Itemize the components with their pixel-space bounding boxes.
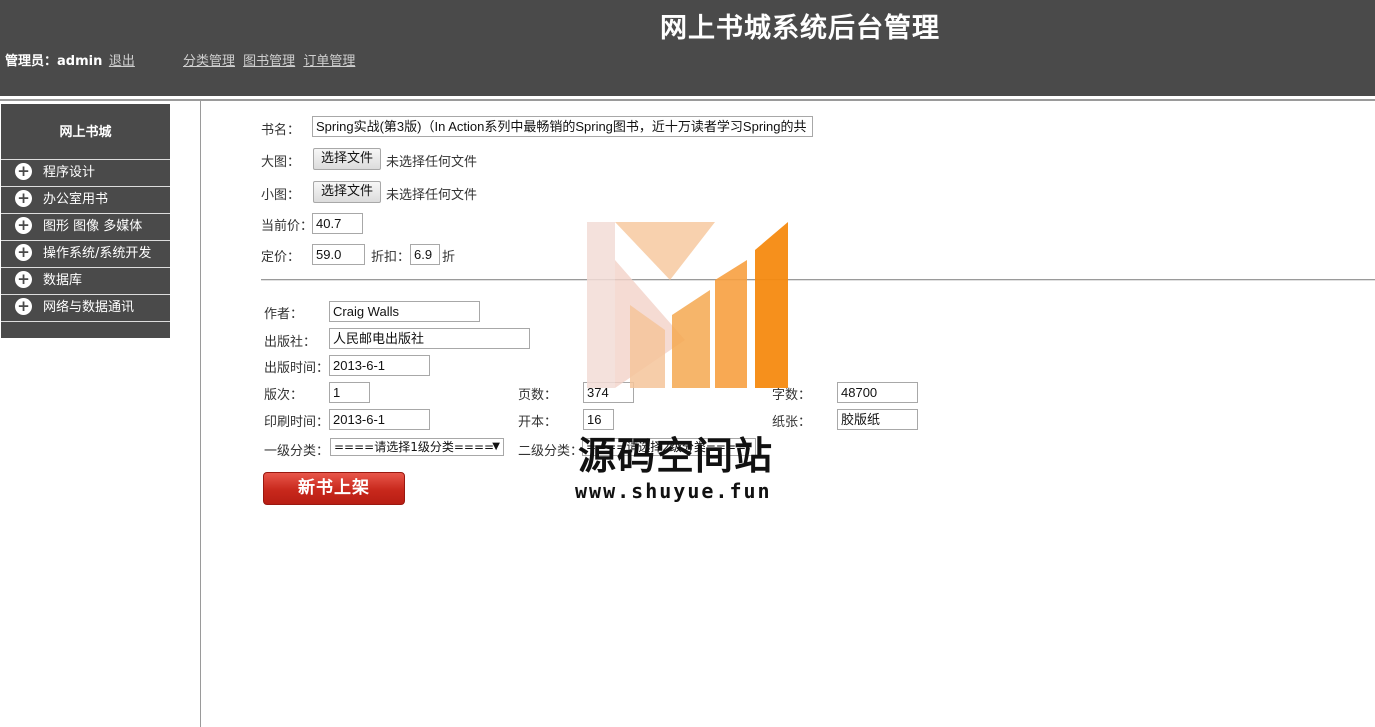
discount-unit: 折 [442,250,456,265]
admin-info: 管理员：admin 退出 [5,50,135,69]
list-price-input[interactable]: 59.0 [312,244,365,265]
nav-book-manage[interactable]: 图书管理 [243,54,295,69]
plus-circle-icon: + [15,270,32,288]
watermark-text: 源码空间站 [578,434,774,478]
sidebar-item-database[interactable]: + 数据库 [1,268,170,295]
sidebar-item-label: 办公室用书 [43,192,109,207]
sidebar-item-label: 图形 图像 多媒体 [43,219,143,234]
sidebar-item-label: 操作系统/系统开发 [43,246,152,261]
bookname-input[interactable]: Spring实战(第3版)（In Action系列中最畅销的Spring图书，近… [312,116,813,137]
sidebar-title: 网上书城 [1,104,170,160]
category1-select[interactable]: ====请选择1级分类==== ▼ [330,438,504,456]
format-label: 开本： [518,415,558,430]
small-image-file-status: 未选择任何文件 [386,188,478,203]
big-image-file-button[interactable]: 选择文件 [313,148,382,170]
category1-selected: ====请选择1级分类==== [334,440,495,454]
site-title: 网上书城系统后台管理 [660,13,940,44]
header-bar: 网上书城系统后台管理 管理员：admin 退出 分类管理 图书管理 订单管理 [0,0,1375,96]
sidebar-item-os[interactable]: + 操作系统/系统开发 [1,241,170,268]
pubtime-label: 出版时间： [264,361,330,376]
sidebar-item-network[interactable]: + 网络与数据通讯 [1,295,170,322]
small-image-file-button[interactable]: 选择文件 [313,181,382,203]
plus-circle-icon: + [15,243,32,261]
sidebar-item-office[interactable]: + 办公室用书 [1,187,170,214]
watermark-url: www.shuyue.fun [575,479,772,503]
small-image-label: 小图： [261,188,301,203]
sidebar-item-label: 数据库 [43,273,83,288]
current-price-input[interactable]: 40.7 [312,213,363,234]
top-nav: 分类管理 图书管理 订单管理 [183,50,359,69]
logout-link[interactable]: 退出 [109,54,135,69]
printtime-label: 印刷时间： [264,415,330,430]
sidebar-item-label: 程序设计 [43,165,96,180]
sidebar-item-graphics[interactable]: + 图形 图像 多媒体 [1,214,170,241]
words-input[interactable]: 48700 [837,382,918,403]
list-price-label: 定价： [261,250,301,265]
category2-label: 二级分类： [518,444,584,459]
publisher-label: 出版社： [264,335,317,350]
plus-circle-icon: + [15,216,32,234]
publisher-input[interactable]: 人民邮电出版社 [329,328,530,349]
plus-circle-icon: + [15,189,32,207]
current-price-label: 当前价： [261,219,314,234]
author-input[interactable]: Craig Walls [329,301,480,322]
nav-category-manage[interactable]: 分类管理 [183,54,235,69]
pubtime-input[interactable]: 2013-6-1 [329,355,430,376]
big-image-file-status: 未选择任何文件 [386,155,478,170]
bookname-label: 书名： [261,123,301,138]
edition-input[interactable]: 1 [329,382,370,403]
dropdown-arrow-icon: ▼ [492,441,500,452]
nav-order-manage[interactable]: 订单管理 [303,54,355,69]
plus-circle-icon: + [15,297,32,315]
admin-label: 管理员：admin [5,54,103,69]
sidebar-divider [200,101,201,727]
header-divider-line [0,99,1375,101]
sidebar-item-label: 网络与数据通讯 [43,300,135,315]
paper-input[interactable]: 胶版纸 [837,409,918,430]
form-divider [261,279,1375,281]
plus-circle-icon: + [15,162,32,180]
add-book-button[interactable]: 新书上架 [263,472,405,505]
discount-label: 折扣： [371,250,411,265]
printtime-input[interactable]: 2013-6-1 [329,409,430,430]
category1-label: 一级分类： [264,444,330,459]
big-image-label: 大图： [261,155,301,170]
author-label: 作者： [264,307,304,322]
edition-label: 版次： [264,388,304,403]
discount-input[interactable]: 6.9 [410,244,440,265]
pages-label: 页数： [518,388,558,403]
sidebar-item-programming[interactable]: + 程序设计 [1,160,170,187]
sidebar: 网上书城 + 程序设计 + 办公室用书 + 图形 图像 多媒体 + 操作系统/系统开发 … [1,104,170,338]
